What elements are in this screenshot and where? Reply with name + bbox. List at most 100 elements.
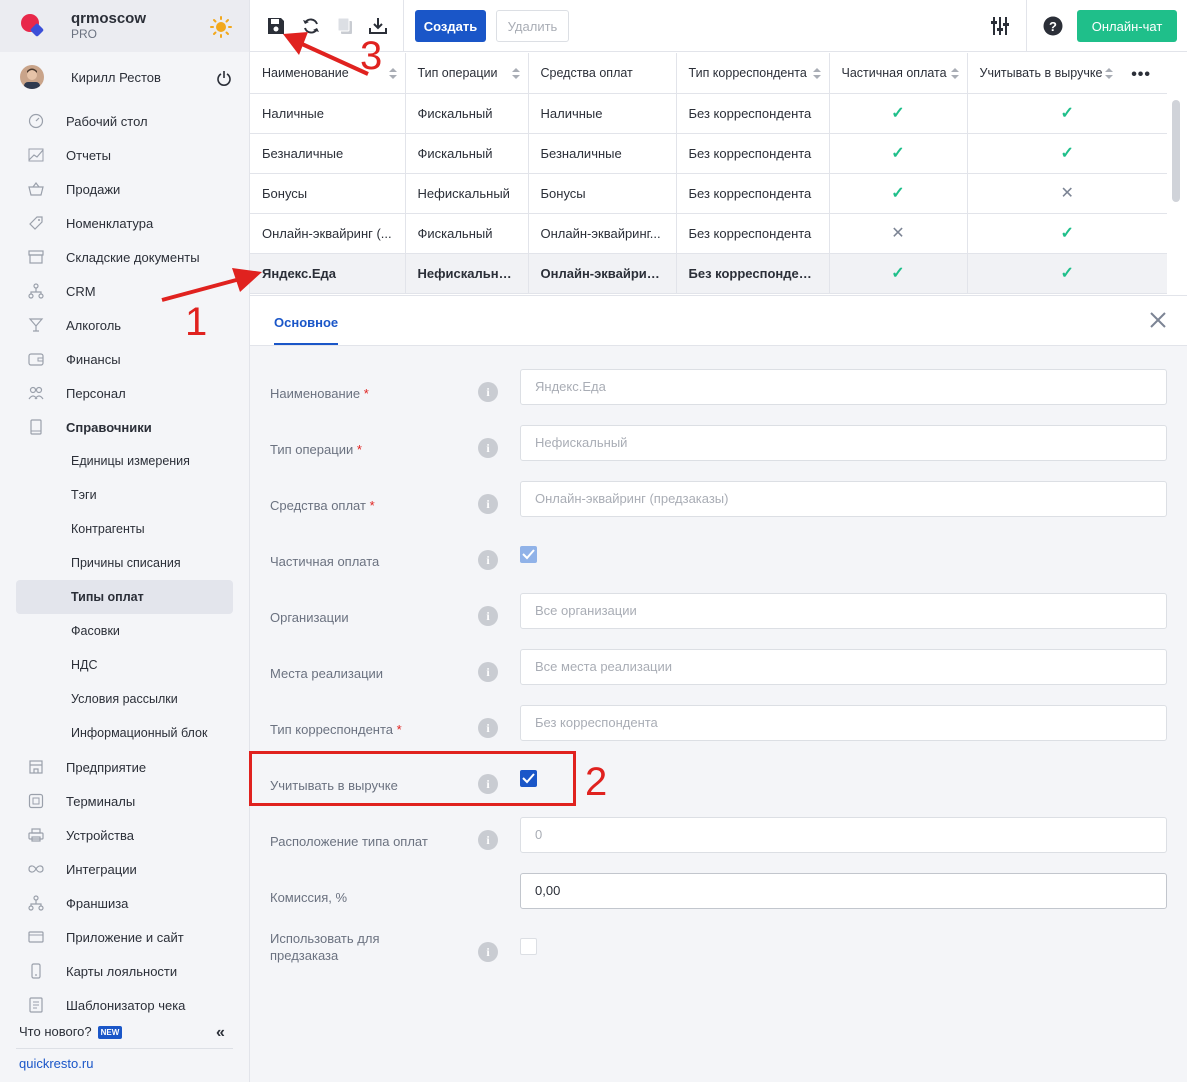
- nav-item-app-site[interactable]: Приложение и сайт: [16, 920, 233, 954]
- subnav-item-vat[interactable]: НДС: [16, 648, 233, 682]
- info-icon[interactable]: i: [478, 830, 498, 850]
- nav-item-dashboard[interactable]: Рабочий стол: [16, 104, 233, 138]
- power-icon[interactable]: [216, 70, 232, 86]
- close-icon[interactable]: [1148, 310, 1168, 330]
- avatar[interactable]: [20, 65, 44, 89]
- download-icon[interactable]: [368, 16, 388, 36]
- info-icon[interactable]: i: [478, 662, 498, 682]
- info-icon[interactable]: i: [478, 494, 498, 514]
- subnav-item-mailing-conditions[interactable]: Условия рассылки: [16, 682, 233, 716]
- sun-icon[interactable]: [210, 16, 232, 38]
- field-label: Частичная оплата: [270, 554, 380, 569]
- nav-item-integrations[interactable]: Интеграции: [16, 852, 233, 886]
- name-input[interactable]: Яндекс.Еда: [520, 369, 1167, 405]
- column-header-op-type[interactable]: Тип операции: [405, 53, 529, 94]
- tab-main[interactable]: Основное: [274, 315, 339, 345]
- site-link[interactable]: quickresto.ru: [19, 1056, 93, 1071]
- means-select[interactable]: Онлайн-эквайринг (предзаказы): [520, 481, 1167, 517]
- copy-icon[interactable]: [335, 16, 355, 36]
- sort-icon[interactable]: [950, 68, 959, 79]
- nav-item-receipt-templates[interactable]: Шаблонизатор чека: [16, 988, 233, 1022]
- highlight-box: [249, 751, 576, 806]
- cell-means: Онлайн-эквайринг...: [528, 213, 677, 254]
- sort-icon[interactable]: [1105, 68, 1113, 79]
- column-header-revenue[interactable]: Учитывать в выручке •••: [967, 53, 1167, 94]
- card-icon: [31, 963, 41, 979]
- nav-item-sales[interactable]: Продажи: [16, 172, 233, 206]
- refresh-icon[interactable]: [301, 16, 321, 36]
- subnav-item-contractors[interactable]: Контрагенты: [16, 512, 233, 546]
- collapse-sidebar-icon[interactable]: «: [216, 1024, 225, 1042]
- table-row[interactable]: Бонусы Нефискальный Бонусы Без корреспонден…: [250, 173, 1167, 214]
- whats-new-link[interactable]: Что нового? NEW: [19, 1024, 123, 1040]
- nav-item-reports[interactable]: Отчеты: [16, 138, 233, 172]
- nav-item-terminals[interactable]: Терминалы: [16, 784, 233, 818]
- cell-revenue: ✓: [967, 213, 1167, 254]
- brand-header: qrmoscow PRO: [0, 0, 249, 52]
- create-button[interactable]: Создать: [415, 10, 486, 42]
- subnav-item-units[interactable]: Единицы измерения: [16, 444, 233, 478]
- op-type-select[interactable]: Нефискальный: [520, 425, 1167, 461]
- nav-item-devices[interactable]: Устройства: [16, 818, 233, 852]
- field-label: Тип операции: [270, 442, 354, 457]
- annotation-number-2: 2: [585, 760, 608, 804]
- more-options-icon[interactable]: •••: [1131, 66, 1151, 84]
- glass-icon: [28, 318, 44, 332]
- nav-item-warehouse[interactable]: Складские документы: [16, 240, 233, 274]
- cell-means: Бонусы: [528, 173, 677, 214]
- cell-partial: ✓: [829, 93, 968, 134]
- column-header-partial[interactable]: Частичная оплата: [829, 53, 968, 94]
- sort-icon[interactable]: [511, 68, 520, 79]
- correspondent-select[interactable]: Без корреспондента: [520, 705, 1167, 741]
- field-label: Использовать для предзаказа: [270, 931, 380, 963]
- receipt-icon: [29, 997, 43, 1013]
- position-input[interactable]: 0: [520, 817, 1167, 853]
- subnav-item-payment-types[interactable]: Типы оплат: [16, 580, 233, 614]
- help-icon[interactable]: ?: [1043, 16, 1063, 36]
- nav-item-finance[interactable]: Финансы: [16, 342, 233, 376]
- save-icon[interactable]: [266, 16, 286, 36]
- table-row[interactable]: Безналичные Фискальный Безналичные Без корр…: [250, 133, 1167, 174]
- printer-icon: [28, 828, 44, 842]
- cell-revenue: ✓: [967, 93, 1167, 134]
- subnav-item-packaging[interactable]: Фасовки: [16, 614, 233, 648]
- subnav-item-tags[interactable]: Тэги: [16, 478, 233, 512]
- online-chat-button[interactable]: Онлайн-чат: [1077, 10, 1177, 42]
- settings-sliders-icon[interactable]: [990, 16, 1010, 36]
- info-icon[interactable]: i: [478, 942, 498, 962]
- sort-icon[interactable]: [812, 68, 821, 79]
- info-icon[interactable]: i: [478, 550, 498, 570]
- column-header-means[interactable]: Средства оплат: [528, 53, 677, 94]
- table-row[interactable]: Яндекс.Еда Нефискальный Онлайн-эквайрин...…: [250, 253, 1167, 294]
- checkmark-icon: ✓: [891, 145, 905, 162]
- info-icon[interactable]: i: [478, 718, 498, 738]
- info-icon[interactable]: i: [478, 438, 498, 458]
- nav-item-enterprise[interactable]: Предприятие: [16, 750, 233, 784]
- places-select[interactable]: Все места реализации: [520, 649, 1167, 685]
- nav-item-references[interactable]: Справочники: [16, 410, 233, 444]
- field-row-commission: Комиссия, % 0,00: [250, 873, 1187, 929]
- nav-item-loyalty-cards[interactable]: Карты лояльности: [16, 954, 233, 988]
- nav-item-nomenclature[interactable]: Номенклатура: [16, 206, 233, 240]
- required-mark: *: [363, 386, 369, 401]
- subnav-item-info-block[interactable]: Информационный блок: [16, 716, 233, 750]
- checkmark-icon: ✓: [1060, 105, 1074, 122]
- cell-partial: ✓: [829, 133, 968, 174]
- nav-item-franchise[interactable]: Франшиза: [16, 886, 233, 920]
- cell-name: Безналичные: [250, 133, 406, 174]
- delete-button[interactable]: Удалить: [496, 10, 569, 42]
- commission-input[interactable]: 0,00: [520, 873, 1167, 909]
- subnav-item-writeoff-reasons[interactable]: Причины списания: [16, 546, 233, 580]
- column-header-corr[interactable]: Тип корреспондента: [676, 53, 830, 94]
- table-scrollbar[interactable]: [1172, 100, 1180, 202]
- info-icon[interactable]: i: [478, 382, 498, 402]
- sort-icon[interactable]: [388, 68, 397, 79]
- partial-payment-checkbox[interactable]: [520, 546, 537, 563]
- organizations-select[interactable]: Все организации: [520, 593, 1167, 629]
- preorder-checkbox[interactable]: [520, 938, 537, 955]
- reports-icon: [28, 148, 44, 162]
- table-row[interactable]: Онлайн-эквайринг (... Фискальный Онлайн-эк…: [250, 213, 1167, 254]
- info-icon[interactable]: i: [478, 606, 498, 626]
- nav-item-staff[interactable]: Персонал: [16, 376, 233, 410]
- table-row[interactable]: Наличные Фискальный Наличные Без корреспонд…: [250, 93, 1167, 134]
